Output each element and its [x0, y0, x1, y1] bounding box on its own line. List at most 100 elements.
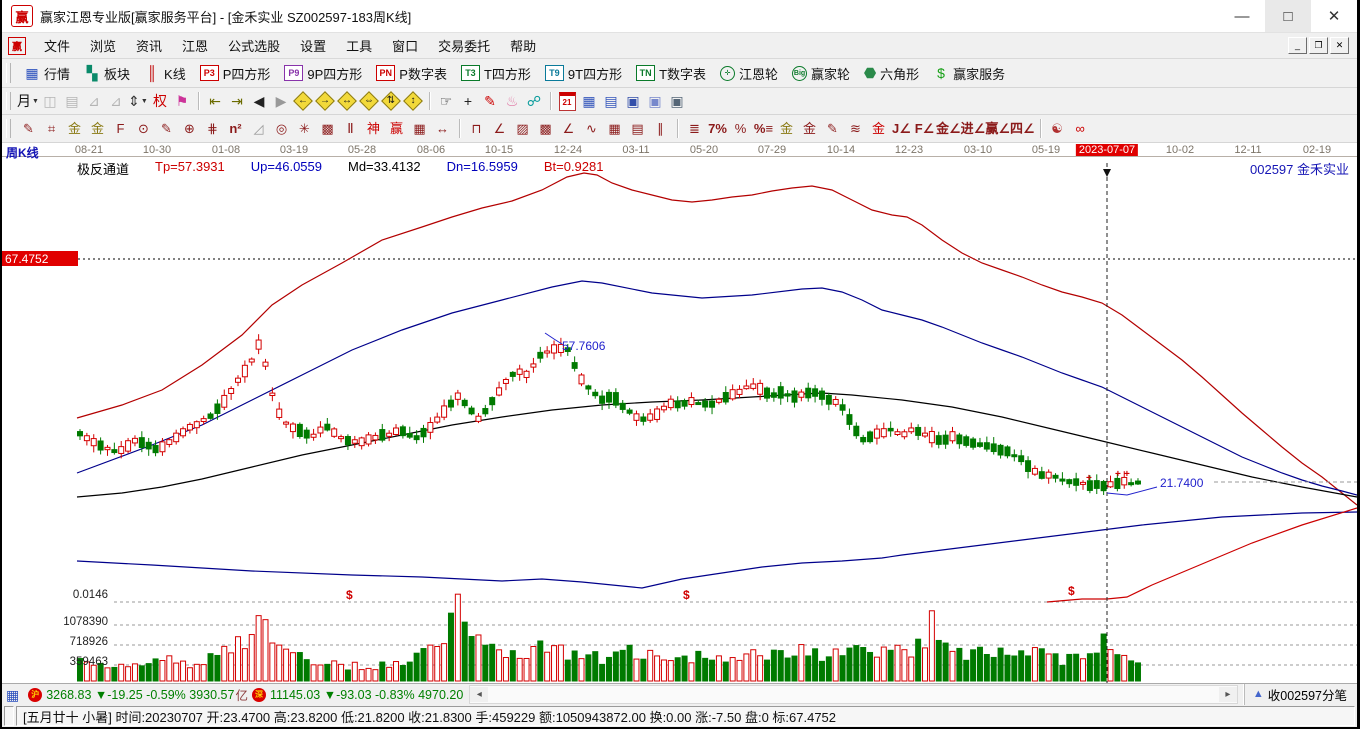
save-as-tool-button[interactable]: ▣ — [644, 91, 666, 111]
grid-tool-b-button[interactable]: ▤ — [626, 119, 649, 139]
si-angle-tool-button[interactable]: 四∠ — [1010, 119, 1035, 139]
minimize-button[interactable]: — — [1219, 0, 1265, 32]
menu-item-5[interactable]: 公式选股 — [218, 33, 290, 58]
angle-line-tool-button[interactable]: ∠ — [557, 119, 580, 139]
prev-bar-button[interactable]: ◀ — [248, 91, 270, 111]
last-bar-button[interactable]: ⇥ — [226, 91, 248, 111]
hand-tool-button[interactable]: ☞ — [435, 91, 457, 111]
ying-angle-tool-button[interactable]: 赢∠ — [985, 119, 1010, 139]
compare-tool-button[interactable]: ☍ — [523, 91, 545, 111]
gold-red-tool-button[interactable]: 金 — [867, 119, 890, 139]
percent-lines-tool-button[interactable]: %≡ — [752, 119, 775, 139]
gold-lines-tool-button[interactable]: 金 — [798, 119, 821, 139]
winner-service-button[interactable]: $ 赢家服务 — [926, 62, 1012, 85]
j-angle-tool-button[interactable]: J∠ — [890, 119, 913, 139]
mdi-close-button[interactable]: ✕ — [1330, 37, 1349, 54]
crosshair-tool-button[interactable]: + — [457, 91, 479, 111]
next-bar-button[interactable]: ▶ — [270, 91, 292, 111]
grid-tool-a-button[interactable]: ▦ — [603, 119, 626, 139]
mdi-minimize-button[interactable]: _ — [1288, 37, 1307, 54]
angle-pen-tool-button[interactable]: ✎ — [155, 119, 178, 139]
horizontal-scrollbar[interactable]: ◂ ▸ — [469, 685, 1238, 704]
compress-vertical-button[interactable]: ⇅ — [380, 91, 402, 111]
degree-circle-tool-button[interactable]: ⊕ — [178, 119, 201, 139]
wave-tool-button[interactable]: ∿ — [580, 119, 603, 139]
numbered-grid-tool-button[interactable]: ▦ — [408, 119, 431, 139]
quote-grid-icon[interactable]: ▦ — [6, 688, 19, 702]
menu-item-6[interactable]: 设置 — [290, 33, 336, 58]
tick-chart-shortcut[interactable]: ▲ 收002597分笔 — [1243, 684, 1357, 705]
gold-circle-tool-button[interactable]: 金 — [775, 119, 798, 139]
star-target-tool-button[interactable]: ✳ — [293, 119, 316, 139]
percent-tool-button[interactable]: % — [729, 119, 752, 139]
shen-tool-button[interactable]: 神 — [362, 119, 385, 139]
close-button[interactable]: ✕ — [1311, 0, 1357, 32]
sectors-button[interactable]: ▚ 板块 — [77, 62, 137, 85]
dark-box-tool-button[interactable]: ▩ — [534, 119, 557, 139]
nine-t-square-button[interactable]: T9 9T四方形 — [538, 62, 629, 85]
hexagon-button[interactable]: 六角形 — [857, 62, 926, 85]
square-of-nine-tool-button[interactable]: n² — [224, 119, 247, 139]
gold-ratio-tool-2-button[interactable]: 金 — [86, 119, 109, 139]
compress-horizontal-button[interactable]: ⇔ — [358, 91, 380, 111]
spiral-grid-tool-button[interactable]: ▩ — [316, 119, 339, 139]
t-number-table-button[interactable]: TN T数字表 — [629, 62, 713, 85]
dense-grid-tool-button[interactable]: ⋕ — [201, 119, 224, 139]
menu-item-4[interactable]: 江恩 — [172, 33, 218, 58]
gann-wheel-button[interactable]: ✛ 江恩轮 — [713, 62, 785, 85]
expand-vertical-button[interactable]: ↕ — [402, 91, 424, 111]
export-tool-button[interactable]: ▣ — [666, 91, 688, 111]
menu-item-7[interactable]: 工具 — [336, 33, 382, 58]
angle-wedge-tool-button[interactable]: ◿ — [247, 119, 270, 139]
winner-wheel-button[interactable]: Big 赢家轮 — [785, 62, 857, 85]
fib-grid-tool-button[interactable]: F — [109, 119, 132, 139]
p-square-button[interactable]: P3 P四方形 — [193, 62, 278, 85]
mdi-restore-button[interactable]: ❐ — [1309, 37, 1328, 54]
candle-style-button[interactable]: ⇕ ▼ — [127, 91, 149, 111]
shaded-box-tool-button[interactable]: ▨ — [511, 119, 534, 139]
expand-horizontal-button[interactable]: ↔ — [336, 91, 358, 111]
menu-item-9[interactable]: 交易委托 — [428, 33, 500, 58]
ying-tool-button[interactable]: 赢 — [385, 119, 408, 139]
shenzhen-index-icon[interactable]: 深 — [251, 687, 266, 702]
shift-left-button[interactable]: ← — [292, 91, 314, 111]
restoration-button[interactable]: 权 — [149, 91, 171, 111]
maximize-button[interactable]: □ — [1265, 0, 1311, 32]
gold-ratio-tool-1-button[interactable]: 金 — [63, 119, 86, 139]
notes-tool-button[interactable]: ▤ — [600, 91, 622, 111]
percent-7-tool-button[interactable]: 7% — [706, 119, 729, 139]
circle-ratio-tool-button[interactable]: ⊙ — [132, 119, 155, 139]
gann-compass-tool-button[interactable]: ◎ — [270, 119, 293, 139]
calendar-tool-button[interactable]: 21 — [556, 91, 578, 111]
p-number-table-button[interactable]: PN P数字表 — [369, 62, 454, 85]
kline-button[interactable]: ║ K线 — [137, 62, 193, 85]
gann-grid-tool-button[interactable]: ⌗ — [40, 119, 63, 139]
band-tool-button[interactable]: ≋ — [844, 119, 867, 139]
pen-gold-tool-button[interactable]: ✎ — [821, 119, 844, 139]
time-cycle-tool-button[interactable]: Ⅱ — [339, 119, 362, 139]
indicator-flag-button[interactable]: ⚑ — [171, 91, 193, 111]
parallel-lines-tool-button[interactable]: ∥ — [649, 119, 672, 139]
box-tool-button[interactable]: ⊓ — [465, 119, 488, 139]
fan-lines-tool-button[interactable]: ∠ — [488, 119, 511, 139]
period-month-button[interactable]: 月 ▼ — [17, 91, 39, 111]
menu-item-1[interactable]: 文件 — [34, 33, 80, 58]
infinity-tool-button[interactable]: ∞ — [1069, 119, 1092, 139]
t-square-button[interactable]: T3 T四方形 — [454, 62, 538, 85]
first-bar-button[interactable]: ⇤ — [204, 91, 226, 111]
calculator-tool-button[interactable]: ▦ — [578, 91, 600, 111]
jin-angle-tool-button[interactable]: 进∠ — [961, 119, 986, 139]
scroll-left-button[interactable]: ◂ — [470, 687, 489, 702]
draw-pen-tool-button[interactable]: ✎ — [17, 119, 40, 139]
width-measure-tool-button[interactable]: ↔ — [431, 119, 454, 139]
save-tool-button[interactable]: ▣ — [622, 91, 644, 111]
quote-list-button[interactable]: ▦ 行情 — [17, 62, 77, 85]
trend-pencil-tool-button[interactable]: ✎ — [479, 91, 501, 111]
shanghai-index-icon[interactable]: 沪 — [28, 687, 43, 702]
gold-angle-tool-button[interactable]: 金∠ — [936, 119, 961, 139]
stats-tool-button[interactable]: ≣ — [683, 119, 706, 139]
menu-item-10[interactable]: 帮助 — [500, 33, 546, 58]
f-angle-tool-button[interactable]: F∠ — [913, 119, 936, 139]
scroll-right-button[interactable]: ▸ — [1218, 687, 1237, 702]
menu-item-2[interactable]: 浏览 — [80, 33, 126, 58]
